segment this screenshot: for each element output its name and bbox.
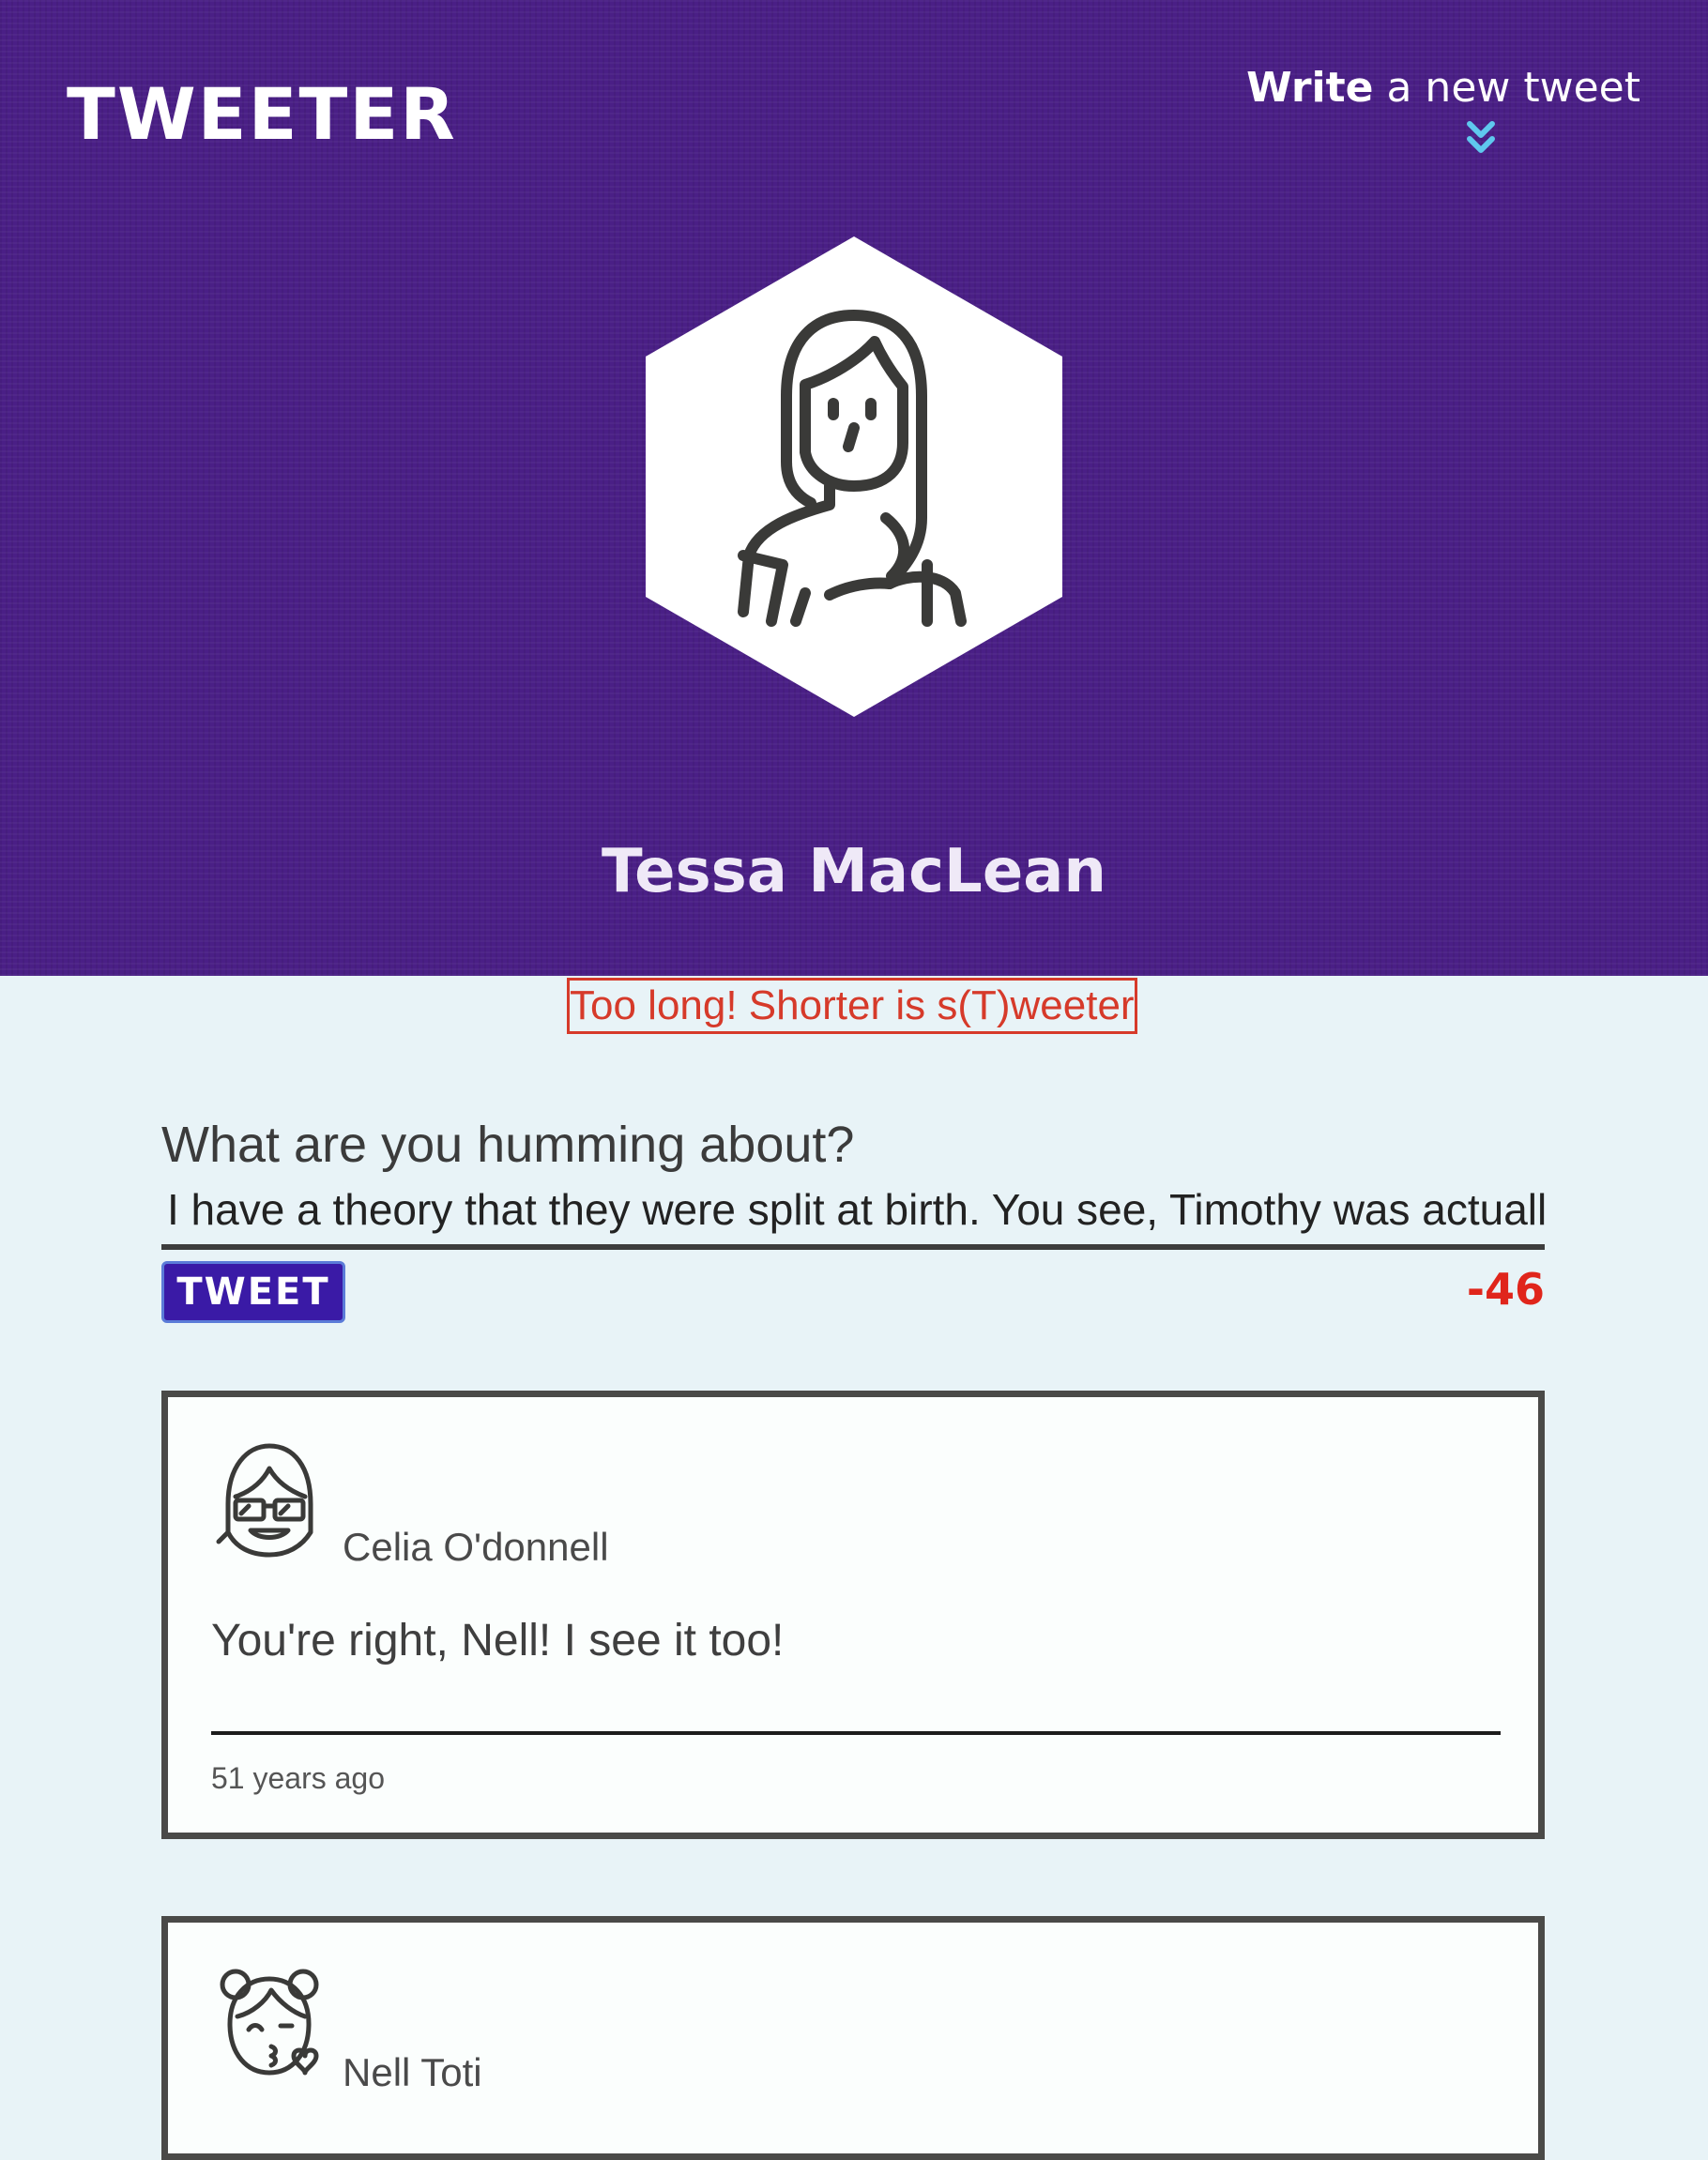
composer-actions: TWEET -46	[161, 1261, 1545, 1340]
tweet-author: Celia O'donnell	[343, 1525, 609, 1569]
brand-logo[interactable]: TWEETER	[67, 68, 457, 161]
hexagon-frame	[646, 236, 1062, 717]
girl-blowing-kiss-icon	[220, 1969, 319, 2076]
tweet-card: Nell Toti	[161, 1916, 1545, 2160]
new-tweet-composer: What are you humming about? I have a the…	[161, 1107, 1545, 1340]
write-new-tweet-label: Write a new tweet	[1246, 58, 1640, 118]
tweet-button[interactable]: TWEET	[161, 1261, 345, 1323]
tweet-divider	[211, 1731, 1501, 1735]
write-new-tweet-toggle[interactable]: Write a new tweet	[1246, 58, 1640, 153]
girl-with-glasses-icon	[216, 1443, 313, 1558]
character-counter: -46	[1466, 1264, 1545, 1315]
double-chevron-down-icon[interactable]	[1460, 118, 1502, 160]
tweet-author: Nell Toti	[343, 2050, 482, 2094]
tweet-textarea[interactable]: I have a theory that they were split at …	[161, 1182, 1545, 1250]
profile-avatar	[646, 236, 1062, 717]
profile-header: TWEETER Write a new tweet Tessa MacLean	[0, 0, 1708, 976]
write-label-bold: Write	[1246, 64, 1374, 112]
profile-name: Tessa MacLean	[602, 837, 1106, 906]
write-label-rest: a new tweet	[1373, 64, 1640, 112]
tweet-text: You're right, Nell! I see it too!	[211, 1616, 785, 1666]
error-message: Too long! Shorter is s(T)weeter!	[567, 978, 1137, 1034]
tweet-timestamp: 51 years ago	[211, 1761, 386, 1795]
tweet-card: Celia O'donnell You're right, Nell! I se…	[161, 1391, 1545, 1839]
composer-prompt: What are you humming about?	[161, 1117, 855, 1173]
